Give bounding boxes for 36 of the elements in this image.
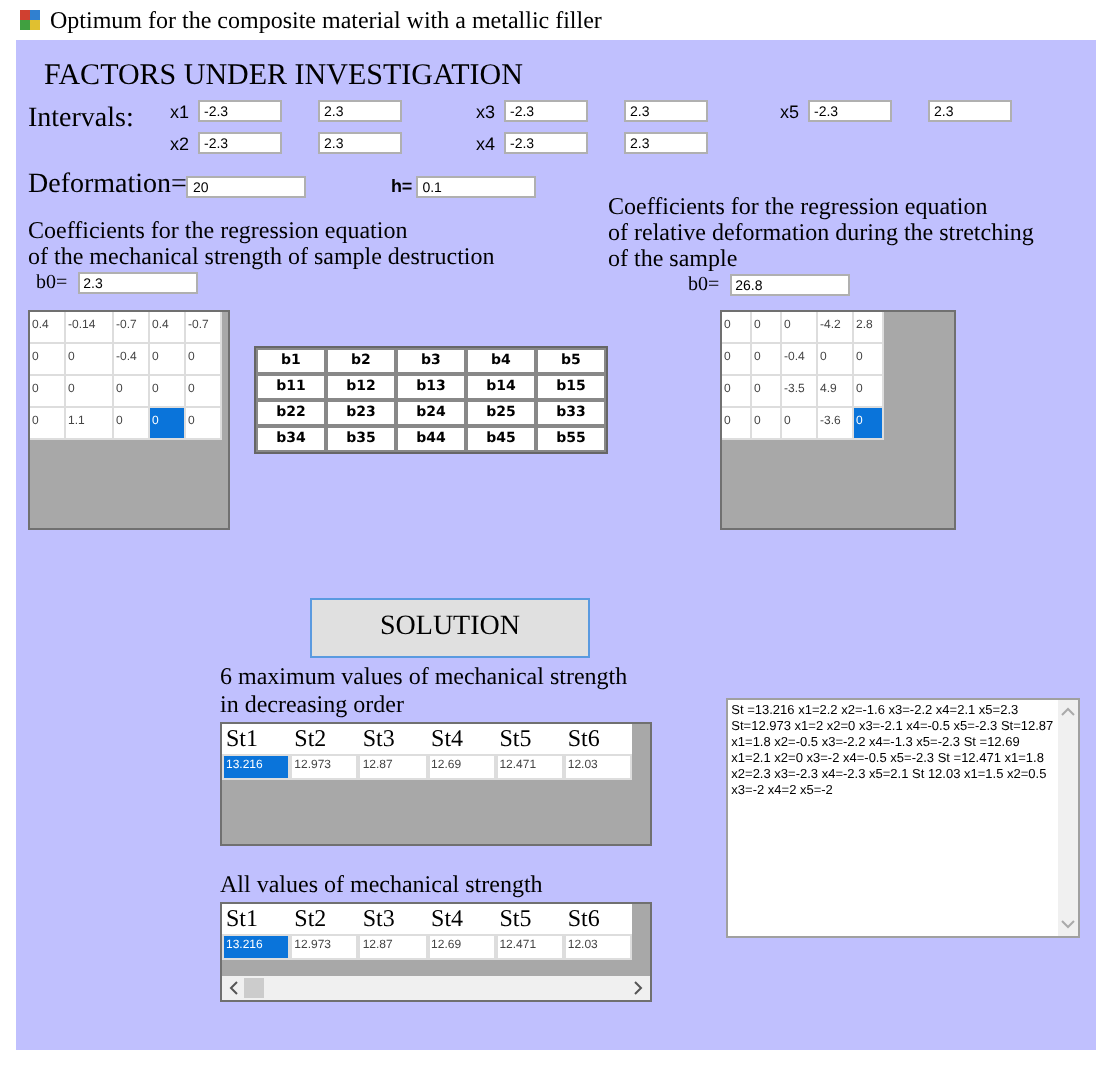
- deformation-caption: of relative deformation during the stretching: [608, 220, 1034, 246]
- top-values-caption: 6 maximum values of mechanical strength in decreasing order: [220, 662, 630, 718]
- factor-label: x4: [476, 133, 498, 153]
- window-title: Optimum for the composite material with a metallic filler: [50, 5, 602, 35]
- column-header[interactable]: St4: [427, 724, 496, 754]
- column-header[interactable]: St2: [290, 904, 359, 934]
- horizontal-scrollbar[interactable]: [222, 976, 650, 1000]
- column-header[interactable]: St4: [427, 904, 496, 934]
- factor-label: x5: [780, 101, 802, 121]
- column-header[interactable]: St2: [290, 724, 359, 754]
- intervals-label: Intervals:: [28, 104, 136, 136]
- column-header[interactable]: St3: [358, 724, 428, 754]
- all-values-caption: All values of mechanical strength: [220, 870, 545, 898]
- b0-label: b0=: [688, 274, 720, 296]
- deformation-label: Deformation=: [28, 170, 187, 202]
- deformation-caption: of the sample: [608, 246, 738, 272]
- factor-label: x3: [476, 101, 498, 121]
- step-label: h=: [390, 176, 413, 196]
- solution-button[interactable]: SOLUTION: [310, 598, 590, 658]
- strength-caption: Coefficients for the regression equation: [28, 218, 408, 244]
- column-header[interactable]: St5: [495, 904, 564, 934]
- column-header[interactable]: St5: [495, 724, 564, 754]
- column-header[interactable]: St6: [563, 904, 633, 934]
- column-header[interactable]: St1: [222, 904, 291, 934]
- column-header[interactable]: St6: [563, 724, 633, 754]
- factor-label: x2: [170, 133, 192, 153]
- column-header[interactable]: St3: [358, 904, 428, 934]
- strength-caption: of the mechanical strength of sample destruction: [28, 244, 495, 270]
- factor-label: x1: [170, 101, 192, 121]
- app-icon: [18, 8, 42, 32]
- section-heading: FACTORS UNDER INVESTIGATION: [44, 60, 525, 94]
- b0-label: b0=: [36, 272, 68, 294]
- results-textbox[interactable]: [725, 698, 1080, 938]
- column-header[interactable]: St1: [222, 724, 291, 754]
- deformation-caption: Coefficients for the regression equation: [608, 194, 988, 220]
- scrollbar-thumb[interactable]: [244, 978, 264, 998]
